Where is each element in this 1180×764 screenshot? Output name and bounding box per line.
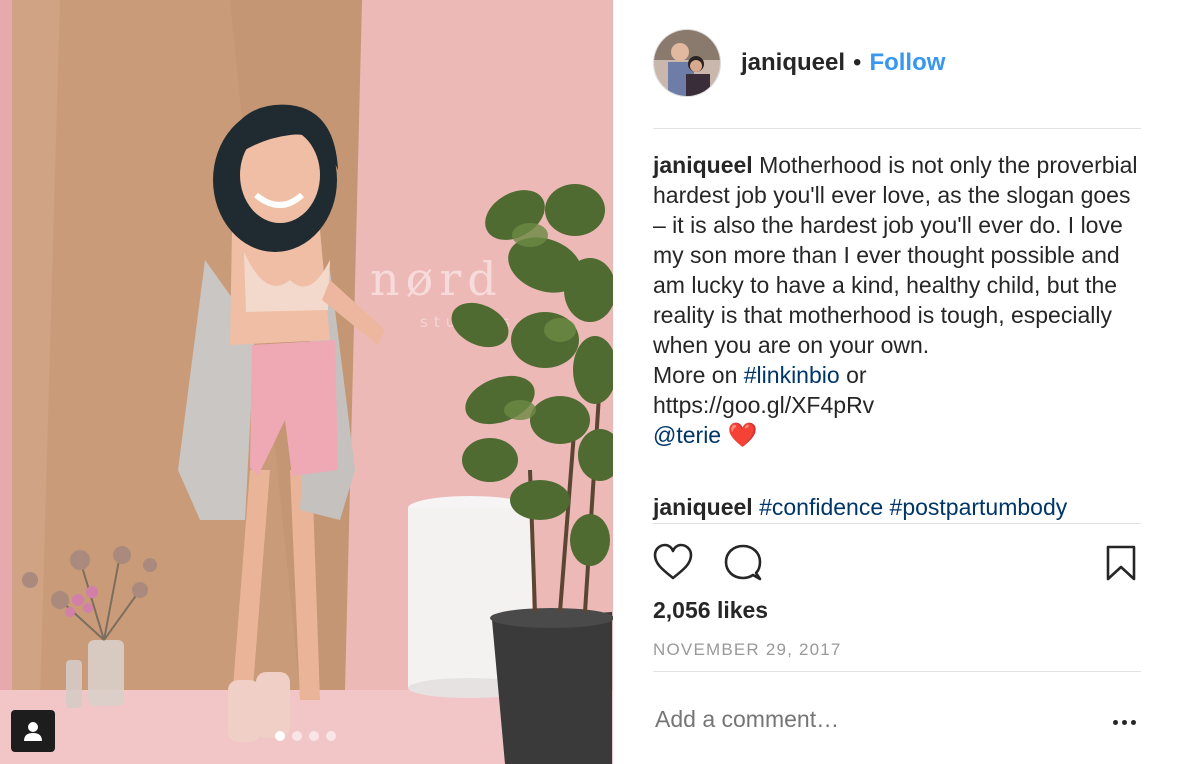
heart-emoji: ❤️ <box>727 422 758 449</box>
avatar[interactable] <box>653 29 721 97</box>
more-dot <box>1122 719 1127 725</box>
tagged-people-button[interactable] <box>11 710 55 752</box>
mention-terie[interactable]: @terie <box>653 422 721 448</box>
bookmark-icon <box>1106 545 1136 581</box>
more-options-button[interactable] <box>1113 712 1139 732</box>
caption-or: or <box>846 362 867 388</box>
caption-divider <box>653 523 1141 524</box>
carousel-dot <box>326 731 336 741</box>
caption-text: Motherhood is not only the proverbial ha… <box>653 152 1138 358</box>
header-username[interactable]: janiqueel <box>741 49 845 77</box>
caption-username[interactable]: janiqueel <box>653 152 753 178</box>
hashtag-linkinbio[interactable]: #linkinbio <box>744 362 840 388</box>
heart-icon <box>653 543 693 580</box>
caption-url: https://goo.gl/XF4pRv <box>653 392 875 418</box>
comment-username[interactable]: janiqueel <box>653 494 753 520</box>
header-separator: • <box>853 49 862 76</box>
carousel-dot <box>309 731 319 741</box>
like-button[interactable] <box>653 543 693 586</box>
post-date[interactable]: NOVEMBER 29, 2017 <box>653 640 842 660</box>
hashtag-confidence[interactable]: #confidence <box>759 494 883 520</box>
comment-bubble-icon <box>724 544 762 581</box>
save-button[interactable] <box>1106 545 1136 586</box>
svg-text:nørd: nørd <box>370 252 503 306</box>
likes-count[interactable]: 2,056 likes <box>653 597 768 624</box>
comment-button[interactable] <box>723 543 763 588</box>
post-image[interactable]: nørd studios <box>0 0 613 764</box>
carousel-indicator <box>275 731 336 741</box>
action-bar <box>653 543 1141 583</box>
hashtag-postpartumbody[interactable]: #postpartumbody <box>890 494 1068 520</box>
header-divider <box>653 128 1141 129</box>
comment-hashtags: janiqueel #confidence #postpartumbody <box>653 492 1067 522</box>
comment-divider <box>653 671 1141 672</box>
post-header: janiqueel • Follow <box>653 27 945 99</box>
post-details-panel: janiqueel • Follow janiqueel Motherhood … <box>613 0 1180 764</box>
caption-more-on: More on <box>653 362 738 388</box>
photo-scene: nørd studios <box>0 0 613 764</box>
more-dot <box>1131 719 1136 725</box>
post-caption: janiqueel Motherhood is not only the pro… <box>653 150 1145 451</box>
person-icon <box>24 722 42 741</box>
comment-input[interactable] <box>655 706 1055 733</box>
follow-button[interactable]: Follow <box>869 49 945 77</box>
carousel-dot <box>292 731 302 741</box>
more-dot <box>1113 719 1118 725</box>
avatar-photo <box>654 30 720 96</box>
carousel-dot-active <box>275 731 285 741</box>
